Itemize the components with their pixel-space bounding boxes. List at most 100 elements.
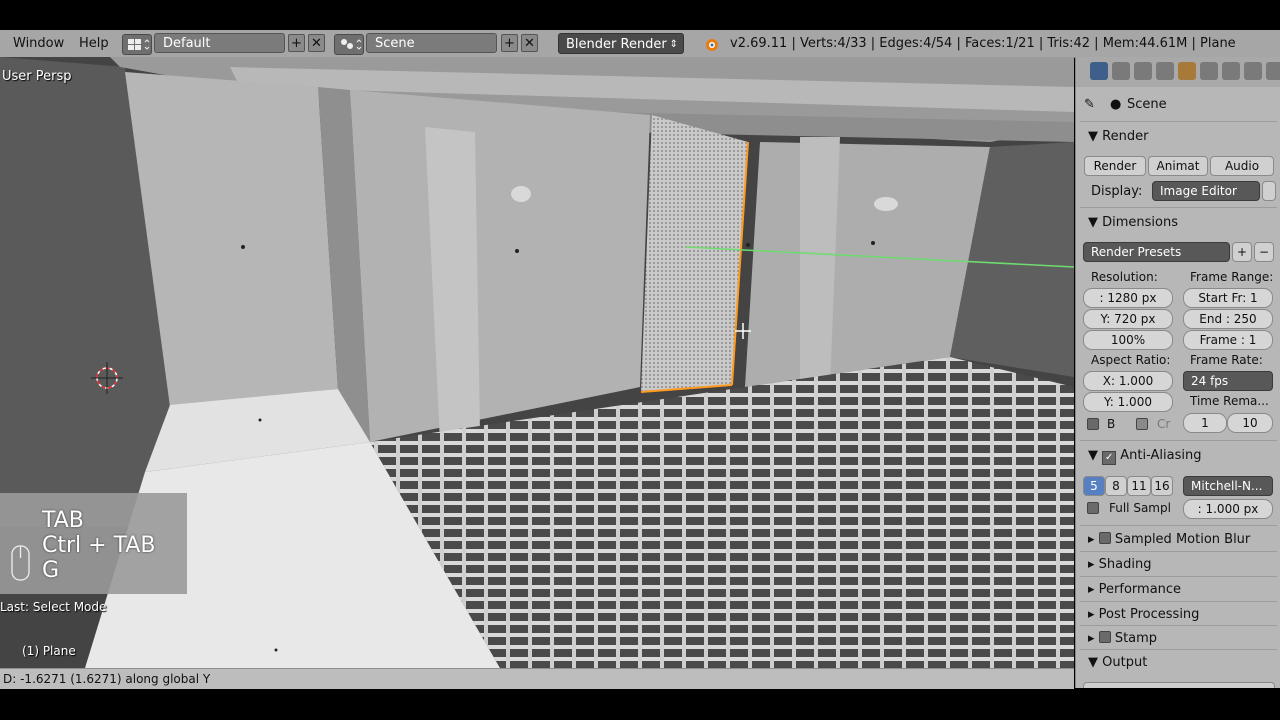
pin-icon[interactable]: ✎: [1084, 97, 1095, 112]
start-frame-field[interactable]: Start Fr: 1: [1183, 288, 1273, 308]
scene-selector-button[interactable]: [334, 34, 364, 55]
divider: [1080, 207, 1277, 208]
mouse-icon: [11, 545, 30, 581]
dropdown-arrows-icon: ⇕: [669, 39, 678, 50]
material-tab-icon[interactable]: [1266, 62, 1280, 80]
display-label: Display:: [1091, 184, 1143, 199]
last-operator-label: Last: Select Mode: [0, 600, 107, 614]
render-audio-button[interactable]: Audio: [1210, 156, 1274, 176]
render-tab-icon[interactable]: [1090, 62, 1108, 80]
frame-rate-label: Frame Rate:: [1190, 353, 1263, 367]
anti-aliasing-checkbox[interactable]: ✓: [1102, 451, 1117, 465]
scene-breadcrumb-icon: ●: [1110, 97, 1122, 112]
display-select[interactable]: Image Editor: [1152, 181, 1260, 201]
divider: [1080, 625, 1277, 626]
screen-layout-type-button[interactable]: [122, 34, 152, 55]
stamp-label: Stamp: [1114, 631, 1158, 646]
remove-preset-button[interactable]: −: [1254, 242, 1274, 262]
menu-window[interactable]: Window: [13, 36, 64, 51]
anti-aliasing-header-label: Anti-Aliasing: [1120, 448, 1202, 463]
motion-blur-section-header[interactable]: ▸ Sampled Motion Blur: [1088, 532, 1250, 547]
remove-scene-button[interactable]: ✕: [521, 34, 538, 52]
dimensions-header-label: Dimensions: [1102, 215, 1179, 230]
output-section-header[interactable]: ▼ Output: [1088, 655, 1147, 670]
resolution-label: Resolution:: [1091, 270, 1158, 284]
layout-grid-icon: [128, 39, 150, 50]
divider: [1080, 551, 1277, 552]
frame-rate-select[interactable]: 24 fps: [1183, 371, 1273, 391]
info-header: Window Help Default + ✕ Scene + ✕ Blende…: [0, 30, 1280, 58]
data-tab-icon[interactable]: [1244, 62, 1262, 80]
properties-tab-bar: [1076, 57, 1280, 87]
divider: [1080, 525, 1277, 526]
object-tab-icon[interactable]: [1178, 62, 1196, 80]
aa-samples-11[interactable]: 11: [1127, 476, 1151, 496]
motion-blur-label: Sampled Motion Blur: [1114, 532, 1251, 547]
output-path-field[interactable]: [1083, 682, 1275, 688]
resolution-y-field[interactable]: Y: 720 px: [1083, 309, 1173, 329]
render-header-label: Render: [1102, 129, 1149, 144]
transform-status-text: D: -1.6271 (1.6271) along global Y: [3, 672, 211, 686]
aa-filter-select[interactable]: Mitchell-N...: [1183, 476, 1273, 496]
performance-label: Performance: [1098, 582, 1182, 597]
time-remap-old-field[interactable]: 1: [1183, 413, 1227, 433]
resolution-percent-field[interactable]: 100%: [1083, 330, 1173, 350]
scene-tab-icon[interactable]: [1134, 62, 1152, 80]
time-remap-new-field[interactable]: 10: [1227, 413, 1273, 433]
aa-samples-5[interactable]: 5: [1083, 476, 1105, 496]
aa-samples-8[interactable]: 8: [1105, 476, 1127, 496]
add-preset-button[interactable]: +: [1232, 242, 1252, 262]
render-section-header[interactable]: ▼ Render: [1088, 129, 1148, 144]
scene-stats: v2.69.11 | Verts:4/33 | Edges:4/54 | Fac…: [730, 36, 1236, 51]
dimensions-section-header[interactable]: ▼ Dimensions: [1088, 215, 1178, 230]
post-processing-section-header[interactable]: ▸ Post Processing: [1088, 607, 1199, 622]
full-sample-checkbox[interactable]: [1087, 502, 1099, 514]
world-tab-icon[interactable]: [1156, 62, 1174, 80]
anti-aliasing-section-header[interactable]: ▼ ✓ Anti-Aliasing: [1088, 448, 1202, 465]
frame-range-label: Frame Range:: [1190, 270, 1274, 284]
shading-label: Shading: [1098, 557, 1152, 572]
stamp-checkbox[interactable]: [1098, 631, 1111, 643]
aa-samples-16[interactable]: 16: [1151, 476, 1173, 496]
render-layers-tab-icon[interactable]: [1112, 62, 1130, 80]
active-object-label: (1) Plane: [22, 644, 76, 658]
render-engine-select[interactable]: Blender Render ⇕: [558, 33, 684, 54]
pressed-keys: TAB Ctrl + TAB G: [42, 508, 156, 583]
scene-breadcrumb: Scene: [1127, 97, 1167, 112]
menu-help[interactable]: Help: [79, 36, 109, 51]
performance-section-header[interactable]: ▸ Performance: [1088, 582, 1181, 597]
render-animation-button[interactable]: Animat: [1148, 156, 1208, 176]
filter-size-field[interactable]: : 1.000 px: [1183, 499, 1273, 519]
stamp-section-header[interactable]: ▸ Stamp: [1088, 631, 1157, 646]
divider: [1080, 121, 1277, 122]
frame-step-field[interactable]: Frame : 1: [1183, 330, 1273, 350]
divider: [1080, 440, 1277, 441]
screen-layout-field[interactable]: Default: [154, 33, 285, 53]
aspect-y-field[interactable]: Y: 1.000: [1083, 392, 1173, 412]
crop-label: Cr: [1157, 417, 1171, 431]
border-checkbox[interactable]: [1087, 418, 1099, 430]
scene-field[interactable]: Scene: [366, 33, 497, 53]
border-label: B: [1107, 417, 1116, 431]
add-scene-button[interactable]: +: [501, 34, 518, 52]
end-frame-field[interactable]: End : 250: [1183, 309, 1273, 329]
header-status-bar: D: -1.6271 (1.6271) along global Y: [0, 668, 1074, 689]
divider: [1080, 649, 1277, 650]
add-layout-button[interactable]: +: [288, 34, 305, 52]
display-toggle-icon[interactable]: [1262, 181, 1276, 201]
aspect-x-field[interactable]: X: 1.000: [1083, 371, 1173, 391]
divider: [1080, 601, 1277, 602]
scene-icon: [341, 39, 362, 50]
modifiers-tab-icon[interactable]: [1222, 62, 1240, 80]
shading-section-header[interactable]: ▸ Shading: [1088, 557, 1151, 572]
constraints-tab-icon[interactable]: [1200, 62, 1218, 80]
post-processing-label: Post Processing: [1098, 607, 1200, 622]
motion-blur-checkbox[interactable]: [1098, 532, 1111, 544]
resolution-x-field[interactable]: : 1280 px: [1083, 288, 1173, 308]
render-presets-select[interactable]: Render Presets: [1083, 242, 1230, 262]
render-still-button[interactable]: Render: [1084, 156, 1146, 176]
3d-viewport[interactable]: User Persp TAB Ctrl + TAB G Last: Select…: [0, 57, 1074, 668]
crop-checkbox[interactable]: [1136, 418, 1148, 430]
remove-layout-button[interactable]: ✕: [308, 34, 325, 52]
time-remap-label: Time Rema...: [1190, 394, 1269, 408]
